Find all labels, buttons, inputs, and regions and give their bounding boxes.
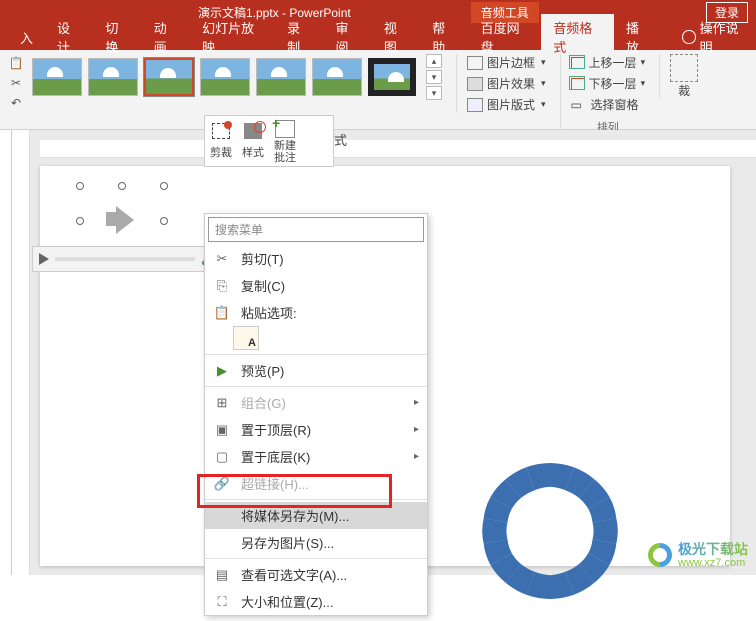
format-text: 式 (334, 130, 347, 149)
mini-style-button[interactable]: 样式 (241, 120, 265, 162)
resize-handle[interactable] (160, 182, 168, 190)
group-icon: ⊞ (213, 395, 231, 411)
mini-new-comment-button[interactable]: 新建 批注 (273, 120, 297, 162)
donut-shape[interactable] (460, 446, 640, 616)
style-thumb[interactable] (312, 58, 362, 96)
undo-icon[interactable]: ↶ (6, 94, 26, 112)
comment-icon (275, 120, 295, 138)
menu-send-back[interactable]: ▢置于底层(K)▸ (205, 443, 427, 470)
copy-icon: ⎘ (213, 278, 231, 294)
size-icon: ⛶ (213, 594, 231, 610)
pane-icon: ▭ (571, 98, 587, 112)
ribbon-body: 📋 ✂ ↶ ▴ ▾ ▾ 图片边框▾ 图片效果▾ 图片版式▾ 上移一层▾ 下移一层… (0, 50, 756, 130)
tab-insert[interactable]: 入 (8, 24, 45, 51)
ribbon-tabs: 入 设计 切换 动画 幻灯片放映 录制 审阅 视图 帮助 百度网盘 音频格式 播… (0, 24, 756, 50)
watermark-logo-icon (648, 543, 672, 567)
blank-icon (213, 508, 231, 524)
resize-handle[interactable] (118, 182, 126, 190)
layer-down-icon (571, 78, 585, 90)
blank-icon (213, 535, 231, 551)
layer-up-icon (571, 57, 585, 69)
play-icon[interactable] (39, 253, 49, 265)
crop-icon (212, 123, 230, 139)
play-icon: ▶ (213, 363, 231, 379)
link-icon: 🔗 (213, 476, 231, 492)
menu-cut[interactable]: ✂剪切(T) (205, 245, 427, 272)
bring-forward-button[interactable]: 上移一层▾ (571, 54, 646, 71)
ruler-vertical (12, 130, 30, 575)
style-icon (244, 123, 262, 139)
picture-effect-button[interactable]: 图片效果▾ (467, 75, 546, 92)
watermark-url: www.xz7.com (678, 557, 748, 569)
paste-icon[interactable]: 📋 (6, 54, 26, 72)
menu-save-as-picture[interactable]: 另存为图片(S)... (205, 529, 427, 556)
effect-icon (467, 77, 483, 91)
context-menu: 搜索菜单 ✂剪切(T) ⎘复制(C) 📋粘贴选项: ▶预览(P) ⊞组合(G)▸… (204, 213, 428, 616)
crop-icon[interactable] (670, 54, 698, 82)
audio-play-control[interactable]: 🔊 (32, 246, 222, 272)
gallery-up[interactable]: ▴ (426, 54, 442, 68)
speaker-icon (92, 196, 152, 246)
mini-crop-button[interactable]: 剪裁 (209, 120, 233, 162)
style-thumb[interactable] (368, 58, 416, 96)
send-backward-button[interactable]: 下移一层▾ (571, 75, 646, 92)
clipboard-group: 📋 ✂ ↶ (6, 54, 26, 112)
style-thumb-selected[interactable] (144, 58, 194, 96)
paste-option-keep-text[interactable] (233, 326, 259, 350)
border-icon (467, 56, 483, 70)
gallery-more[interactable]: ▾ (426, 86, 442, 100)
scissors-icon: ✂ (213, 251, 231, 267)
gallery-down[interactable]: ▾ (426, 70, 442, 84)
bulb-icon (682, 30, 695, 44)
picture-layout-button[interactable]: 图片版式▾ (467, 96, 546, 113)
resize-handle[interactable] (76, 217, 84, 225)
menu-copy[interactable]: ⎘复制(C) (205, 272, 427, 299)
arrange-group: 上移一层▾ 下移一层▾ ▭选择窗格 排列 (560, 54, 646, 135)
ruler-horizontal (40, 140, 756, 158)
tell-me-button[interactable]: 操作说明 (682, 18, 748, 56)
picture-style-gallery[interactable]: ▴ ▾ ▾ (32, 54, 442, 100)
cut-icon[interactable]: ✂ (6, 74, 26, 92)
style-thumb[interactable] (256, 58, 306, 96)
watermark-title: 极光下载站 (678, 542, 748, 557)
watermark: 极光下载站 www.xz7.com (648, 542, 748, 569)
picture-format-group: 图片边框▾ 图片效果▾ 图片版式▾ (456, 54, 546, 113)
paste-icon: 📋 (213, 305, 231, 321)
resize-handle[interactable] (76, 182, 84, 190)
selection-pane-button[interactable]: ▭选择窗格 (571, 96, 646, 113)
back-icon: ▢ (213, 449, 231, 465)
layout-icon (467, 98, 483, 112)
style-thumb[interactable] (200, 58, 250, 96)
menu-size-position[interactable]: ⛶大小和位置(Z)... (205, 588, 427, 615)
menu-search-input[interactable]: 搜索菜单 (208, 217, 424, 242)
menu-preview[interactable]: ▶预览(P) (205, 357, 427, 384)
menu-bring-front[interactable]: ▣置于顶层(R)▸ (205, 416, 427, 443)
style-thumb[interactable] (32, 58, 82, 96)
resize-handle[interactable] (160, 217, 168, 225)
menu-save-media-as[interactable]: 将媒体另存为(M)... (205, 502, 427, 529)
style-thumb[interactable] (88, 58, 138, 96)
front-icon: ▣ (213, 422, 231, 438)
menu-group: ⊞组合(G)▸ (205, 389, 427, 416)
seek-bar[interactable] (55, 257, 195, 261)
menu-paste-options: 📋粘贴选项: (205, 299, 427, 326)
mini-toolbar: 剪裁 样式 新建 批注 (204, 115, 334, 167)
thumbnail-strip[interactable] (0, 130, 12, 575)
picture-border-button[interactable]: 图片边框▾ (467, 54, 546, 71)
crop-group: 裁 (659, 54, 698, 99)
menu-hyperlink: 🔗超链接(H)... (205, 470, 427, 497)
